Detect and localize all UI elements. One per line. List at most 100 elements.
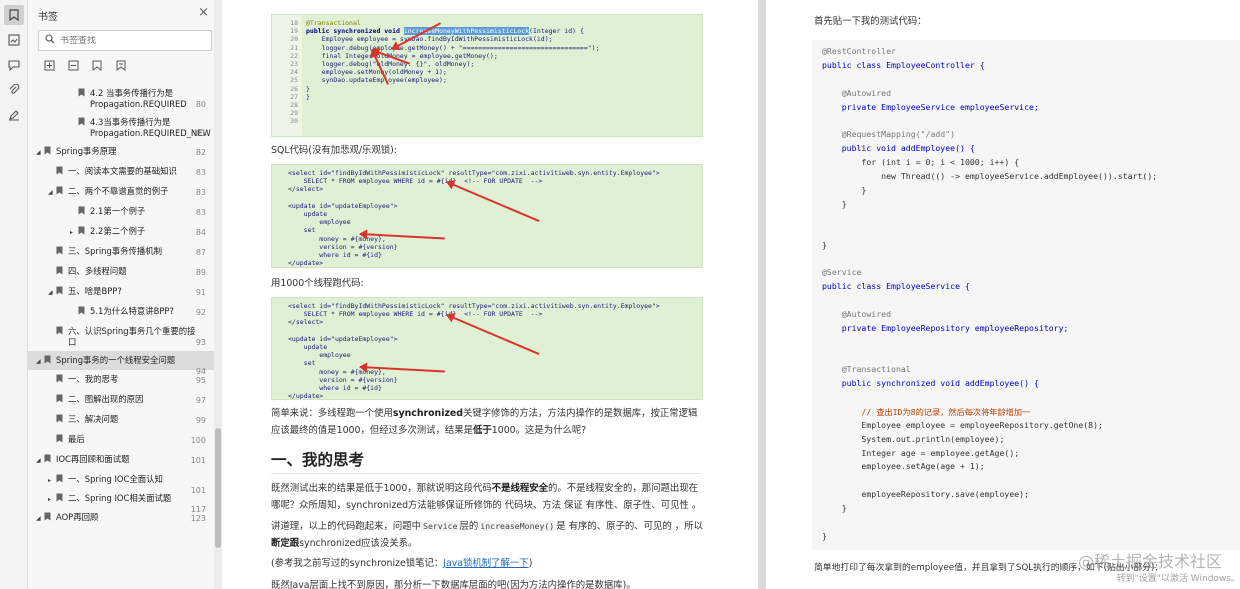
bookmark-icon[interactable] xyxy=(4,5,24,25)
bookmark-item[interactable]: 一、阅读本文需要的基础知识 83 xyxy=(28,162,222,182)
bookmark-item[interactable]: ▸ 2.2第二个例子 84 xyxy=(28,222,222,242)
expand-toggle-icon[interactable]: ◢ xyxy=(36,147,44,158)
bookmark-item[interactable]: 最后 100 xyxy=(28,430,222,450)
bookmark-item[interactable]: 4.3当事务传播行为是Propagation.REQUIRED_NEW 81 xyxy=(28,113,222,142)
bookmark-icon xyxy=(56,266,65,278)
line-number: 18 xyxy=(290,19,298,27)
comment-icon[interactable] xyxy=(4,55,24,75)
bookmark-label: 五、啥是BPP? xyxy=(68,286,122,296)
line-number: 28 xyxy=(290,101,298,110)
close-icon[interactable]: × xyxy=(198,5,209,20)
bookmark-item[interactable]: 4.2 当事务传播行为是Propagation.REQUIRED 80 xyxy=(28,84,222,113)
bookmark-search-input[interactable] xyxy=(60,35,200,46)
expand-toggle-icon[interactable]: ◢ xyxy=(36,455,44,466)
bookmark-item[interactable]: 5.1为什么特意讲BPP? 92 xyxy=(28,302,222,322)
bookmarks-title: 书签 xyxy=(38,12,58,23)
bookmark-item[interactable]: 二、图解出现的原因 97 xyxy=(28,390,222,410)
bookmark-page-number: 99 xyxy=(195,416,206,425)
bookmark-icon xyxy=(56,326,65,338)
heading-divider xyxy=(271,473,701,474)
scrollbar-thumb[interactable] xyxy=(215,428,221,548)
add-bookmark-icon[interactable] xyxy=(90,60,104,74)
bookmark-icon xyxy=(44,512,53,524)
java-lock-link[interactable]: Java锁机制了解一下 xyxy=(443,558,528,569)
bookmark-item[interactable]: 2.1第一个例子 83 xyxy=(28,202,222,222)
bookmark-label: 三、解决问题 xyxy=(68,414,119,424)
bookmark-item[interactable]: ◢ 二、两个不靠谱直觉的例子 83 xyxy=(28,182,222,202)
line-number: 20 xyxy=(290,35,298,44)
thumbnail-icon[interactable] xyxy=(4,30,24,50)
attachment-icon[interactable] xyxy=(4,80,24,100)
bookmark-item[interactable]: ◢ AOP再回顾 123 xyxy=(28,508,222,528)
bookmark-item[interactable]: 一、我的思考 95 xyxy=(28,370,222,390)
document-page-left: 18 19 20 21 22 23 24 25 26 27 28 29 30 @Transactiona… xyxy=(222,0,758,589)
sql-code-screenshot-2: <select id="findByIdWithPessimisticLock"… xyxy=(271,297,703,400)
bookmark-page-number: 100 xyxy=(190,436,206,445)
bookmark-page-number: 93 xyxy=(195,338,206,347)
bookmark-page-number: 95 xyxy=(195,376,206,385)
signature-icon[interactable] xyxy=(4,105,24,125)
test-code-block: @RestController public class EmployeeCon… xyxy=(812,40,1240,550)
bookmark-icon xyxy=(44,146,53,158)
expand-all-icon[interactable] xyxy=(42,60,56,74)
expand-toggle-icon[interactable]: ◢ xyxy=(48,287,56,298)
bookmark-item[interactable]: 三、解决问题 99 xyxy=(28,410,222,430)
bookmark-icon xyxy=(44,355,53,367)
line-number: 23 xyxy=(290,60,298,69)
expand-toggle-icon[interactable]: ◢ xyxy=(36,356,44,367)
sql-caption: SQL代码(没有加悲观/乐观锁): xyxy=(271,145,397,156)
line-number: 27 xyxy=(290,92,298,101)
bookmark-label: 2.1第一个例子 xyxy=(90,206,146,216)
bookmark-icon xyxy=(44,454,53,466)
bookmark-icon xyxy=(56,186,65,198)
bookmarks-scrollbar[interactable] xyxy=(214,0,222,589)
bookmark-icon xyxy=(56,286,65,298)
expand-toggle-icon[interactable]: ◢ xyxy=(36,513,44,524)
bookmark-search-box[interactable] xyxy=(38,30,212,51)
thread-caption: 用1000个线程跑代码: xyxy=(271,278,364,289)
line-number: 30 xyxy=(290,117,298,126)
bookmark-label: 二、两个不靠谱直觉的例子 xyxy=(68,186,169,196)
bookmark-page-number: 91 xyxy=(195,288,206,297)
java-code-text: @Transactional public synchronized void … xyxy=(306,19,600,101)
bookmark-item[interactable]: ▸ 二、Spring IOC相关面试题 117 xyxy=(28,489,222,514)
delete-bookmark-icon[interactable] xyxy=(114,60,128,74)
bookmark-item[interactable]: 六、认识Spring事务几个重要的接口 93 xyxy=(28,322,222,351)
expand-toggle-icon[interactable]: ▸ xyxy=(48,494,56,505)
bookmark-icon xyxy=(78,306,87,318)
bookmark-item[interactable]: 四、多线程问题 89 xyxy=(28,262,222,282)
bookmark-page-number: 123 xyxy=(190,514,206,523)
bookmark-label: 六、认识Spring事务几个重要的接口 xyxy=(68,326,196,347)
bookmark-item[interactable]: 三、Spring事务传播机制 87 xyxy=(28,242,222,262)
line-number: 25 xyxy=(290,76,298,85)
bookmark-label: 一、阅读本文需要的基础知识 xyxy=(68,166,177,176)
expand-toggle-icon[interactable]: ▸ xyxy=(48,475,56,486)
expand-toggle-icon[interactable]: ▸ xyxy=(70,227,78,238)
document-page-right: 首先贴一下我的测试代码： @RestController public clas… xyxy=(766,0,1240,589)
bookmark-icon xyxy=(56,394,65,406)
collapse-all-icon[interactable] xyxy=(66,60,80,74)
bookmark-label: 2.2第二个例子 xyxy=(90,226,146,236)
bookmark-item[interactable]: ◢ 五、啥是BPP? 91 xyxy=(28,282,222,302)
bookmark-item[interactable]: ◢ Spring事务的一个线程安全问题 94 xyxy=(28,351,222,376)
sql-code-screenshot: <select id="findByIdWithPessimisticLock"… xyxy=(271,164,703,268)
line-number: 22 xyxy=(290,51,298,60)
bookmark-label: 4.2 当事务传播行为是Propagation.REQUIRED xyxy=(90,88,187,109)
bookmark-label: 4.3当事务传播行为是Propagation.REQUIRED_NEW xyxy=(90,117,211,138)
expand-toggle-icon[interactable]: ◢ xyxy=(48,187,56,198)
bookmark-item[interactable]: ▸ 一、Spring IOC全面认知 101 xyxy=(28,470,222,495)
bookmark-label: 一、我的思考 xyxy=(68,374,119,384)
bookmarks-panel: 书签 × 4.2 当事务传播行为是Propagation.REQUIRED804… xyxy=(28,0,222,589)
bookmark-label: AOP再回顾 xyxy=(56,512,99,522)
intro-text: 首先贴一下我的测试代码： xyxy=(814,16,927,27)
pdf-reader-window: 书签 × 4.2 当事务传播行为是Propagation.REQUIRED804… xyxy=(0,0,1240,589)
bookmark-item[interactable]: ◢ Spring事务原理 82 xyxy=(28,142,222,162)
bookmark-icon xyxy=(78,117,87,129)
bookmark-page-number: 82 xyxy=(195,148,206,157)
bookmark-item[interactable]: ◢ IOC再回顾和面试题 101 xyxy=(28,450,222,470)
bookmark-label: Spring事务原理 xyxy=(56,146,117,156)
search-icon xyxy=(45,34,55,47)
bookmark-page-number: 92 xyxy=(195,308,206,317)
line-number: 21 xyxy=(290,43,298,52)
line-number: 26 xyxy=(290,84,298,93)
